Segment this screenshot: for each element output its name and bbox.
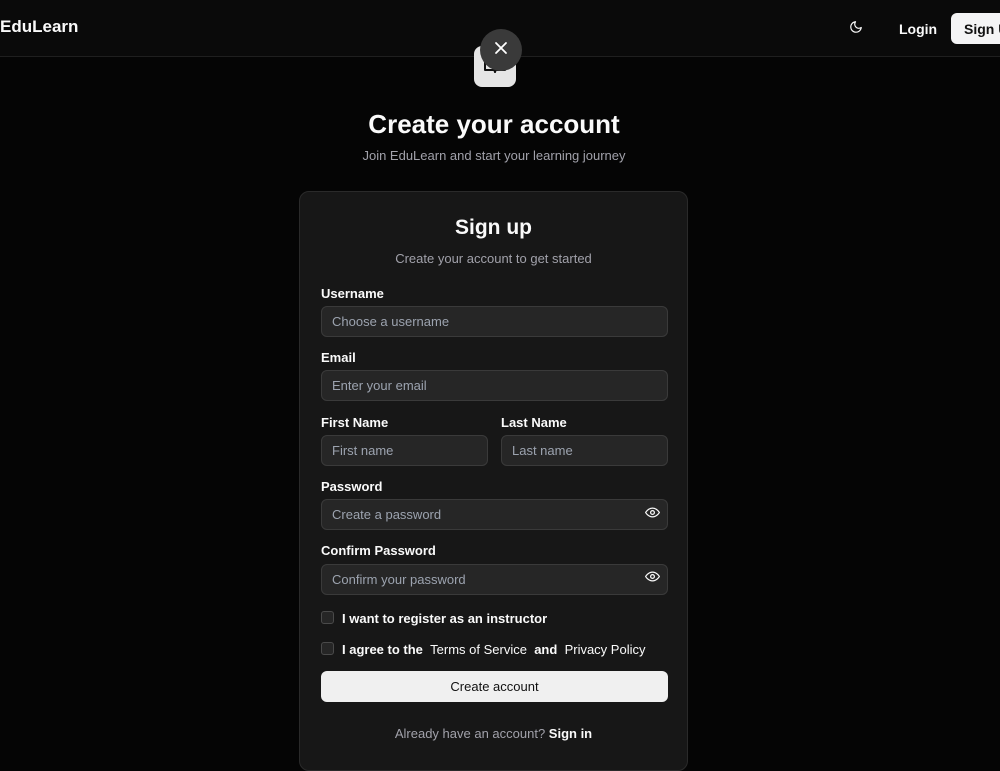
page-title: Create your account bbox=[368, 109, 620, 139]
last-name-input[interactable] bbox=[501, 435, 668, 466]
login-button[interactable]: Login bbox=[889, 14, 947, 44]
signin-prompt-text: Already have an account? bbox=[394, 726, 546, 741]
instructor-checkbox-label[interactable]: I want to register as an instructor bbox=[342, 611, 547, 626]
theme-toggle-button[interactable] bbox=[846, 19, 866, 39]
eye-icon bbox=[644, 505, 660, 525]
create-account-button[interactable]: Create account bbox=[321, 671, 668, 702]
terms-checkbox[interactable] bbox=[321, 642, 334, 655]
eye-icon bbox=[644, 569, 660, 589]
username-label: Username bbox=[321, 286, 384, 301]
confirm-password-input[interactable] bbox=[321, 564, 668, 595]
moon-icon bbox=[849, 20, 863, 39]
email-label: Email bbox=[321, 350, 356, 365]
card-title: Sign up bbox=[455, 216, 532, 239]
page-subtitle: Join EduLearn and start your learning jo… bbox=[362, 148, 626, 163]
email-input[interactable] bbox=[321, 370, 668, 401]
signin-link[interactable]: Sign in bbox=[549, 726, 592, 741]
signin-prompt: Already have an account? Sign in bbox=[300, 726, 687, 741]
terms-prefix-text: I agree to the bbox=[342, 642, 423, 657]
password-input[interactable] bbox=[321, 499, 668, 530]
terms-conjunction-text: and bbox=[534, 642, 558, 657]
card-subtitle: Create your account to get started bbox=[395, 251, 592, 266]
terms-of-service-link[interactable]: Terms of Service bbox=[430, 642, 527, 657]
first-name-label: First Name bbox=[321, 415, 389, 430]
privacy-policy-link[interactable]: Privacy Policy bbox=[565, 642, 646, 657]
signup-button[interactable]: Sign Up bbox=[951, 13, 1000, 44]
signup-card: Sign up Create your account to get start… bbox=[299, 191, 688, 771]
terms-checkbox-label: I agree to the Terms of Service and Priv… bbox=[342, 642, 645, 657]
confirm-password-visibility-toggle[interactable] bbox=[644, 571, 660, 587]
brand-logo-text[interactable]: EduLearn bbox=[0, 17, 78, 37]
first-name-input[interactable] bbox=[321, 435, 488, 466]
username-input[interactable] bbox=[321, 306, 668, 337]
password-label: Password bbox=[321, 479, 383, 494]
confirm-password-label: Confirm Password bbox=[321, 543, 436, 558]
last-name-label: Last Name bbox=[501, 415, 567, 430]
instructor-checkbox[interactable] bbox=[321, 611, 334, 624]
close-icon bbox=[493, 40, 509, 61]
password-visibility-toggle[interactable] bbox=[644, 507, 660, 523]
close-button[interactable] bbox=[480, 29, 522, 71]
